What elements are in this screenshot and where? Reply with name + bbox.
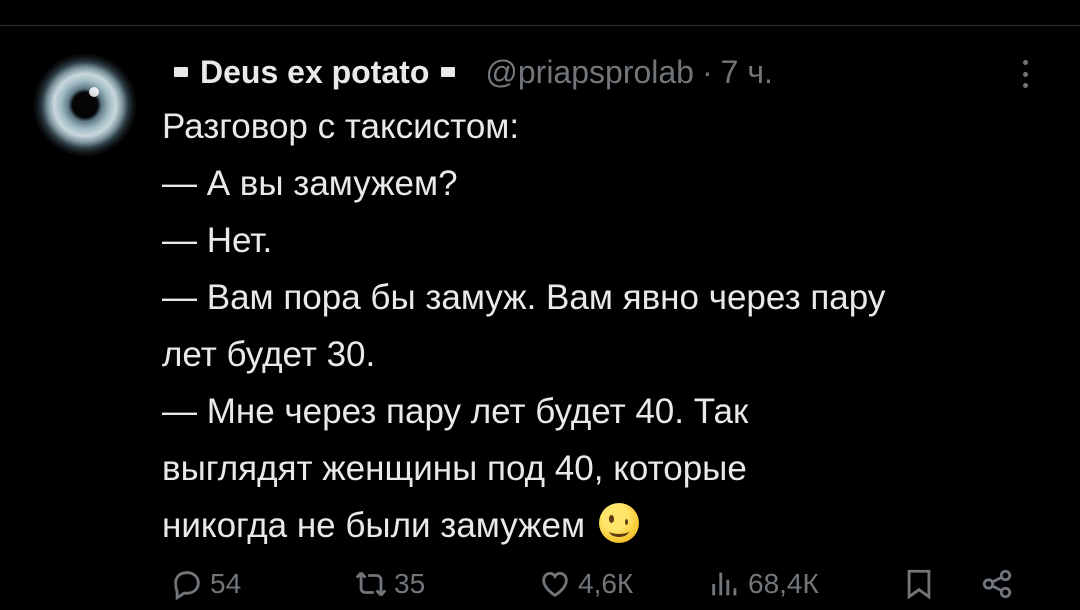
avatar[interactable] [34, 54, 136, 156]
like-button[interactable]: 4,6К [538, 562, 633, 606]
heart-icon [542, 571, 568, 597]
tweet-time[interactable]: 7 ч. [721, 50, 773, 94]
more-options-icon[interactable] [1010, 56, 1040, 92]
like-count: 4,6К [578, 568, 634, 599]
bookmark-button[interactable] [902, 562, 942, 606]
views-count: 68,4К [748, 568, 819, 599]
tweet[interactable]: Deus ex potato @priapsprolab · 7 ч. Разг… [0, 0, 1080, 601]
retweet-count: 35 [394, 568, 426, 599]
tweet-line: — Нет. [162, 221, 273, 260]
tweet-header: Deus ex potato @priapsprolab · 7 ч. [162, 50, 773, 94]
reply-count: 54 [210, 568, 242, 599]
reply-icon [174, 571, 200, 601]
share-icon [982, 569, 1012, 599]
action-bar: 54 35 4,6К 68,4К [162, 562, 1042, 606]
tweet-line: — А вы замужем? [162, 164, 458, 203]
tweet-line: Разговор с таксистом: [162, 107, 520, 146]
flag-icon [174, 67, 188, 77]
tweet-line: никогда не были замужем [162, 506, 586, 545]
reply-button[interactable]: 54 [170, 562, 241, 606]
separator: · [701, 54, 713, 90]
author-name[interactable]: Deus ex potato [200, 50, 429, 94]
author-handle[interactable]: @priapsprolab [485, 50, 694, 94]
retweet-button[interactable]: 35 [354, 562, 425, 606]
tweet-line: выглядят женщины под 40, которые [162, 449, 747, 488]
tweet-line: — Мне через пару лет будет 40. Так [162, 392, 749, 431]
share-button[interactable] [980, 562, 1020, 606]
tweet-line: лет будет 30. [162, 335, 376, 374]
tweet-text: Разговор с таксистом: — А вы замужем? — … [162, 98, 1042, 554]
views-button[interactable]: 68,4К [708, 562, 819, 606]
views-icon [712, 572, 737, 596]
bookmark-icon [907, 569, 931, 600]
tweet-line: — Вам пора бы замуж. Вам явно через пару [162, 278, 886, 317]
winking-face-icon [598, 503, 639, 543]
flag-icon [441, 67, 456, 77]
tweet-line-last: никогда не были замужем [162, 497, 1042, 554]
retweet-icon [355, 571, 387, 597]
